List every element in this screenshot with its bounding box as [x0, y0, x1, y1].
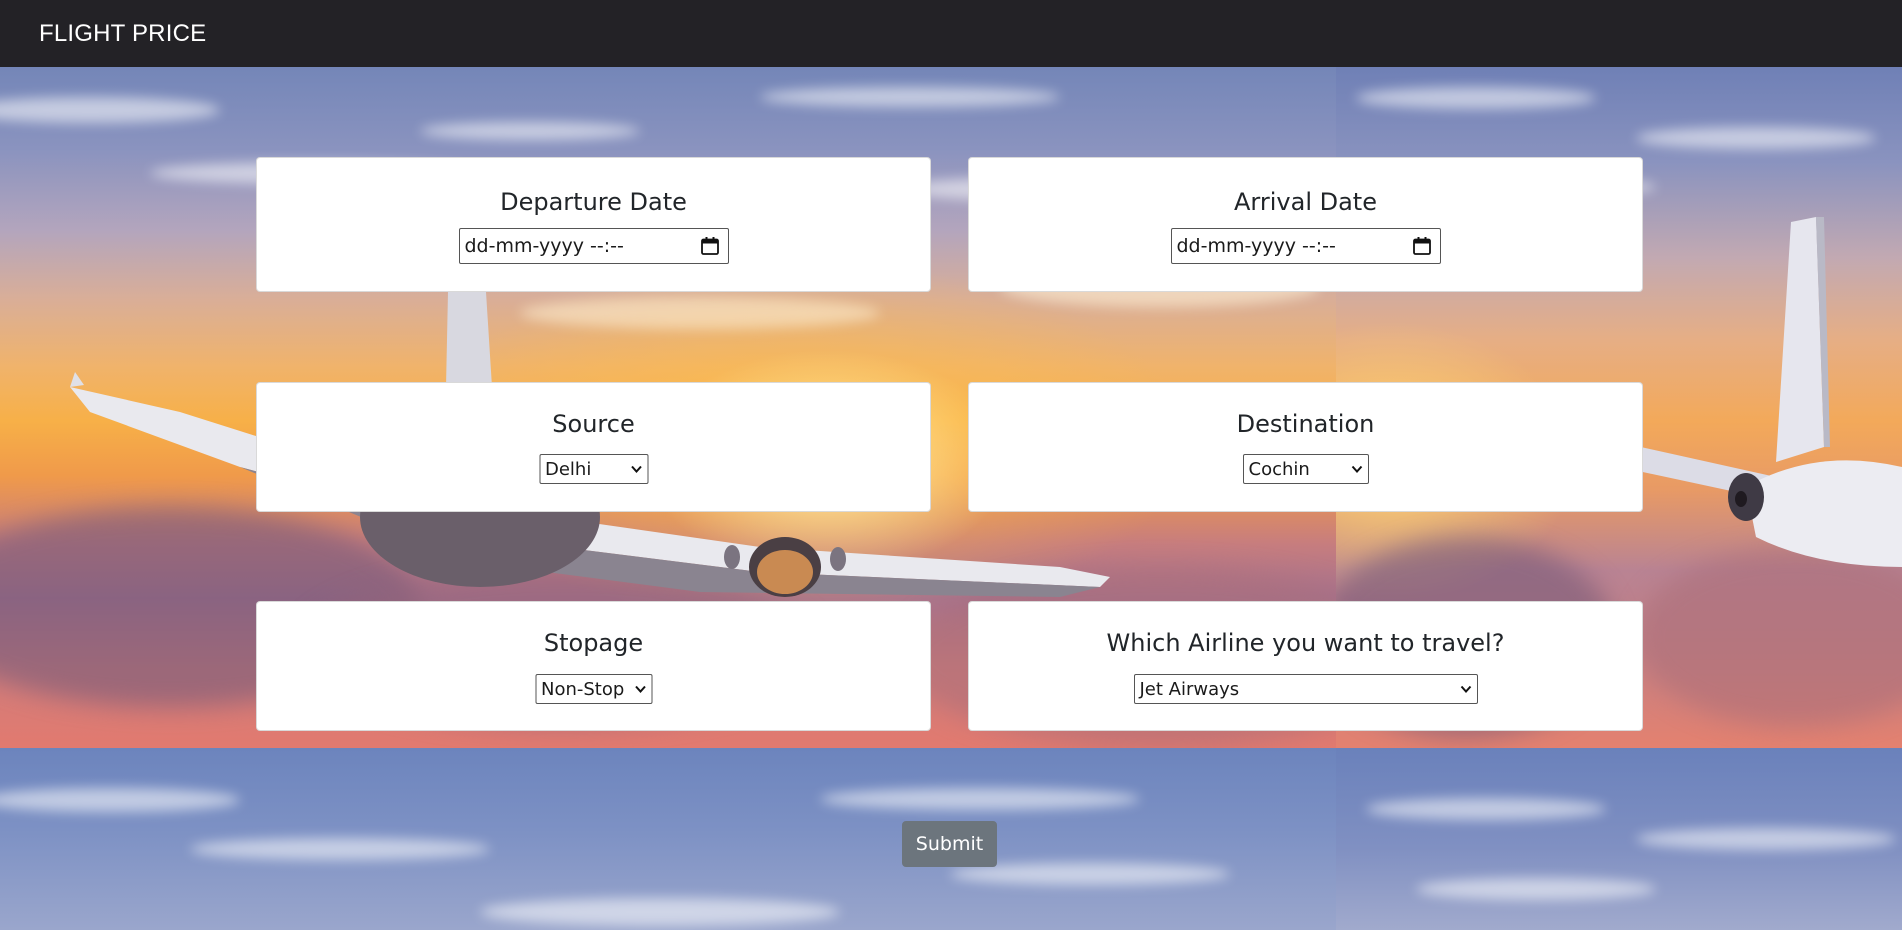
arrival-date-input[interactable]: dd-mm-yyyy --:--	[1170, 228, 1441, 264]
destination-selected-value: Cochin	[1248, 458, 1310, 480]
calendar-icon[interactable]	[1412, 236, 1432, 256]
stopage-selected-value: Non-Stop	[541, 678, 625, 700]
background-tile-bottom	[0, 748, 1336, 930]
destination-select[interactable]: Cochin	[1242, 454, 1369, 484]
chevron-down-icon	[634, 685, 646, 693]
airline-selected-value: Jet Airways	[1139, 678, 1240, 700]
source-select[interactable]: Delhi	[539, 454, 648, 484]
departure-date-placeholder: dd-mm-yyyy --:--	[464, 235, 624, 257]
departure-date-input[interactable]: dd-mm-yyyy --:--	[458, 228, 729, 264]
chevron-down-icon	[1460, 685, 1471, 693]
arrival-date-card: Arrival Date dd-mm-yyyy --:--	[968, 157, 1643, 292]
airline-card: Which Airline you want to travel? Jet Ai…	[968, 601, 1643, 731]
brand-link[interactable]: FLIGHT PRICE	[39, 20, 206, 48]
submit-button[interactable]: Submit	[902, 821, 997, 867]
background-tile-bottom-right	[1336, 748, 1902, 930]
chevron-down-icon	[630, 465, 642, 473]
stopage-label: Stopage	[543, 629, 644, 657]
destination-label: Destination	[1236, 410, 1375, 438]
destination-card: Destination Cochin	[968, 382, 1643, 512]
departure-date-card: Departure Date dd-mm-yyyy --:--	[256, 157, 931, 292]
stopage-card: Stopage Non-Stop	[256, 601, 931, 731]
source-selected-value: Delhi	[545, 458, 592, 480]
source-card: Source Delhi	[256, 382, 931, 512]
arrival-date-label: Arrival Date	[1234, 188, 1377, 216]
calendar-icon[interactable]	[700, 236, 720, 256]
airline-select[interactable]: Jet Airways	[1133, 674, 1478, 704]
navbar: FLIGHT PRICE	[0, 0, 1902, 67]
arrival-date-placeholder: dd-mm-yyyy --:--	[1176, 235, 1336, 257]
airline-label: Which Airline you want to travel?	[1106, 629, 1505, 657]
departure-date-label: Departure Date	[500, 188, 687, 216]
chevron-down-icon	[1351, 465, 1362, 473]
stopage-select[interactable]: Non-Stop	[535, 674, 652, 704]
source-label: Source	[552, 410, 635, 438]
